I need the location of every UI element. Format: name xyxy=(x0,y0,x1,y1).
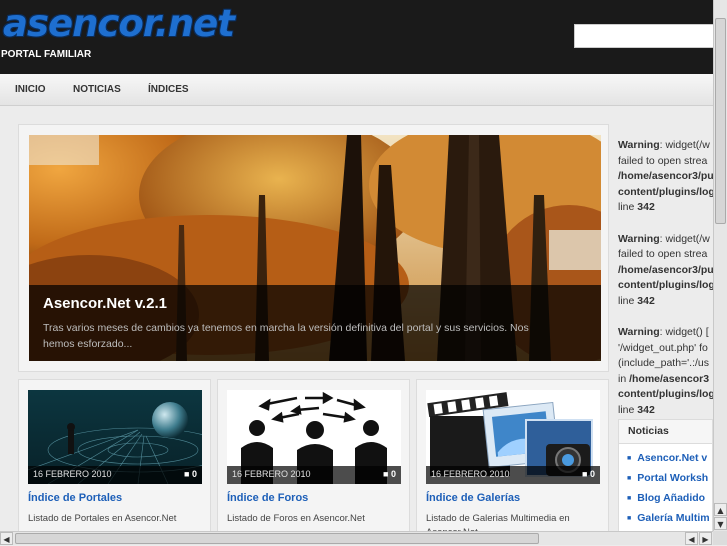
featured-title[interactable]: Asencor.Net v.2.1 xyxy=(43,295,167,312)
featured-post: Asencor.Net v.2.1 Tras varios meses de c… xyxy=(18,124,609,372)
scroll-down-arrow-icon[interactable]: ▼ xyxy=(714,517,727,530)
news-list-item[interactable]: Portal Worksh xyxy=(627,472,712,492)
browser-viewport: asencor.net PORTAL FAMILIAR INICIO NOTIC… xyxy=(0,0,713,531)
card-title[interactable]: Índice de Galerías xyxy=(426,492,520,504)
warning-line-number: 342 xyxy=(637,403,655,416)
warning-path: /home/asencor3 xyxy=(629,372,710,385)
news-widget: Noticias Asencor.Net v Portal Worksh Blo… xyxy=(618,419,713,531)
vertical-scroll-thumb[interactable] xyxy=(715,18,726,224)
warning-path: /home/asencor3/pu xyxy=(618,170,713,182)
comment-icon: ■ xyxy=(184,469,190,479)
warning-text: in xyxy=(618,372,630,385)
warning-text: : widget(/w xyxy=(659,232,710,245)
comment-count[interactable]: ■ 0 xyxy=(184,469,197,479)
horizontal-scrollbar[interactable]: ◀ ◀ ▶ xyxy=(0,531,713,545)
site-tagline: PORTAL FAMILIAR xyxy=(1,49,92,60)
card-date: 16 FEBRERO 2010 xyxy=(33,469,112,479)
warning-label: Warning xyxy=(618,326,660,338)
card-image[interactable]: 16 FEBRERO 2010 ■ 0 xyxy=(426,390,600,484)
card-excerpt: Listado de Portales en Asencor.Net xyxy=(28,513,177,524)
card-image[interactable]: 16 FEBRERO 2010 ■ 0 xyxy=(227,390,401,484)
card-meta: 16 FEBRERO 2010 ■ 0 xyxy=(227,466,401,484)
search-input[interactable] xyxy=(574,24,713,48)
php-warning: Warning: widget(/w failed to open strea … xyxy=(618,232,713,310)
card-excerpt: Listado de Galerias Multimedia en Asenco… xyxy=(426,513,570,531)
horizontal-scroll-thumb[interactable] xyxy=(15,533,539,544)
warning-text: : widget(/w xyxy=(659,139,710,151)
main-navigation: INICIO NOTICIAS ÍNDICES xyxy=(0,74,713,106)
warning-text: '/widget_out.php' fo xyxy=(618,341,708,354)
vertical-scrollbar[interactable]: ▲ ▼ xyxy=(713,0,727,531)
comment-count-value: 0 xyxy=(589,469,595,479)
warning-line-number: 342 xyxy=(637,294,655,307)
comment-count[interactable]: ■ 0 xyxy=(582,469,595,479)
news-list-item[interactable]: Blog Añadido xyxy=(627,492,712,512)
news-widget-title: Noticias xyxy=(619,420,712,444)
warning-path: content/plugins/log xyxy=(618,279,713,291)
warning-label: Warning xyxy=(618,232,660,245)
featured-caption: Asencor.Net v.2.1 Tras varios meses de c… xyxy=(29,285,601,361)
scrollbar-corner xyxy=(713,531,727,545)
card-title[interactable]: Índice de Foros xyxy=(227,492,308,504)
warning-line-number: 342 xyxy=(637,201,655,213)
comment-count-value: 0 xyxy=(390,469,396,479)
comment-count[interactable]: ■ 0 xyxy=(383,469,396,479)
php-warning: Warning: widget() [ '/widget_out.php' fo… xyxy=(618,325,713,418)
nav-item-noticias[interactable]: NOTICIAS xyxy=(73,84,121,95)
warning-text: failed to open strea xyxy=(618,154,708,167)
card-title[interactable]: Índice de Portales xyxy=(28,492,122,504)
featured-image[interactable]: Asencor.Net v.2.1 Tras varios meses de c… xyxy=(29,135,601,361)
post-card-galerias: 16 FEBRERO 2010 ■ 0 Índice de Galerías L… xyxy=(416,379,609,531)
warning-path: content/plugins/log xyxy=(618,185,713,198)
post-card-foros: 16 FEBRERO 2010 ■ 0 Índice de Foros List… xyxy=(217,379,410,531)
scroll-up-arrow-icon[interactable]: ▲ xyxy=(714,503,727,516)
warning-text: line xyxy=(618,294,638,307)
news-list-item[interactable]: Galería Multim xyxy=(627,512,712,531)
warning-path: /home/asencor3/pu xyxy=(618,263,713,276)
nav-item-inicio[interactable]: INICIO xyxy=(15,84,46,95)
warning-label: Warning xyxy=(618,139,660,151)
scroll-right-arrow-icon[interactable]: ▶ xyxy=(699,532,712,545)
scroll-left-arrow-icon[interactable]: ◀ xyxy=(685,532,698,545)
php-warning: Warning: widget(/w failed to open strea … xyxy=(618,138,713,216)
scroll-left-arrow-icon[interactable]: ◀ xyxy=(0,532,13,545)
warning-text: line xyxy=(618,201,638,213)
site-logo[interactable]: asencor.net xyxy=(3,2,235,46)
card-date: 16 FEBRERO 2010 xyxy=(431,469,510,479)
card-meta: 16 FEBRERO 2010 ■ 0 xyxy=(426,466,600,484)
post-card-portales: 16 FEBRERO 2010 ■ 0 Índice de Portales L… xyxy=(18,379,211,531)
card-image[interactable]: 16 FEBRERO 2010 ■ 0 xyxy=(28,390,202,484)
card-date: 16 FEBRERO 2010 xyxy=(232,469,311,479)
card-excerpt: Listado de Foros en Asencor.Net xyxy=(227,513,365,524)
warning-text: : widget() [ xyxy=(659,326,709,338)
warning-text: line xyxy=(618,403,638,416)
warning-text: (include_path='.:/us xyxy=(618,357,710,369)
comment-count-value: 0 xyxy=(191,469,197,479)
news-list-item[interactable]: Asencor.Net v xyxy=(627,452,712,472)
warning-path: content/plugins/log xyxy=(618,388,713,400)
site-header: asencor.net PORTAL FAMILIAR xyxy=(0,0,713,74)
featured-excerpt: Tras varios meses de cambios ya tenemos … xyxy=(43,322,529,350)
sidebar: Warning: widget(/w failed to open strea … xyxy=(618,138,713,434)
news-list: Asencor.Net v Portal Worksh Blog Añadido… xyxy=(619,444,712,531)
card-meta: 16 FEBRERO 2010 ■ 0 xyxy=(28,466,202,484)
comment-icon: ■ xyxy=(582,469,588,479)
nav-item-indices[interactable]: ÍNDICES xyxy=(148,84,189,95)
warning-text: failed to open strea xyxy=(618,248,708,260)
comment-icon: ■ xyxy=(383,469,389,479)
